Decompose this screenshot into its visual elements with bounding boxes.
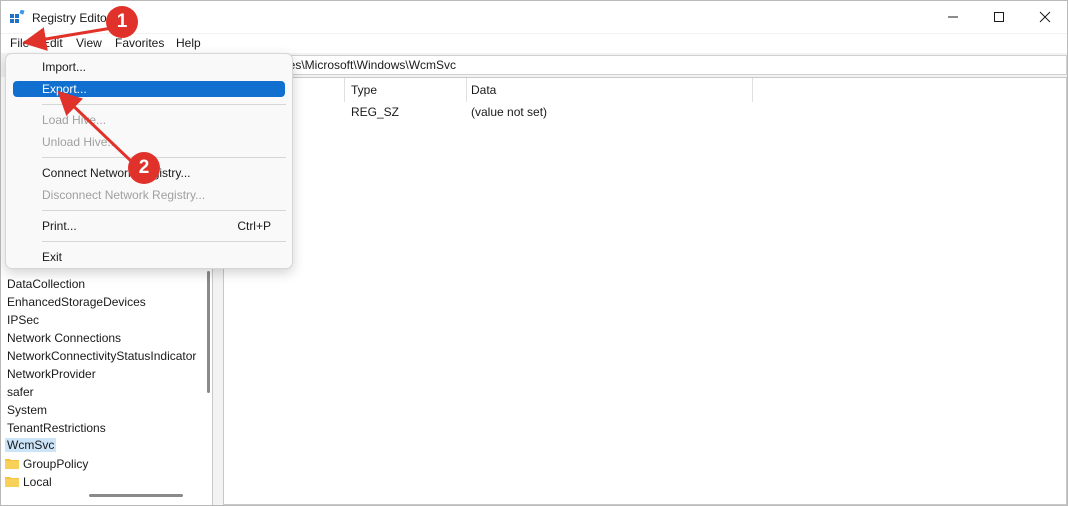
folder-icon xyxy=(5,459,19,469)
folder-icon xyxy=(5,477,19,487)
address-bar[interactable]: ies\Microsoft\Windows\WcmSvc xyxy=(223,55,1067,75)
tree-item[interactable]: DataCollection xyxy=(7,277,85,291)
maximize-button[interactable] xyxy=(976,1,1022,33)
menu-separator xyxy=(42,104,286,105)
annotation-badge-2: 2 xyxy=(128,152,160,184)
column-separator[interactable] xyxy=(752,78,753,102)
tree-item-folder[interactable]: Local xyxy=(23,475,52,489)
title-bar: Registry Editor xyxy=(1,1,1067,33)
menu-separator xyxy=(42,210,286,211)
menu-separator xyxy=(42,157,286,158)
vertical-scrollbar[interactable] xyxy=(207,271,210,393)
column-separator[interactable] xyxy=(466,78,467,102)
menu-item-label: Unload Hive... xyxy=(42,135,118,149)
tree-item[interactable]: IPSec xyxy=(7,313,39,327)
maximize-icon xyxy=(994,12,1004,22)
value-data-cell[interactable]: (value not set) xyxy=(471,105,547,119)
tree-item[interactable]: safer xyxy=(7,385,34,399)
menu-item-print[interactable]: Print... Ctrl+P xyxy=(13,218,285,234)
registry-editor-window: Registry Editor File Edit View Favorites… xyxy=(0,0,1068,506)
horizontal-scrollbar[interactable] xyxy=(89,494,183,497)
tree-item[interactable]: NetworkProvider xyxy=(7,367,96,381)
tree-item[interactable]: System xyxy=(7,403,47,417)
registry-editor-app-icon xyxy=(10,10,25,23)
menu-bar: File Edit View Favorites Help xyxy=(1,34,1067,53)
menu-item-label: Connect Network Registry... xyxy=(42,166,191,180)
menu-item-export[interactable]: Export... xyxy=(13,81,285,97)
menu-item-disconnect-network-registry: Disconnect Network Registry... xyxy=(13,187,285,203)
tree-item[interactable]: EnhancedStorageDevices xyxy=(7,295,146,309)
tree-item[interactable]: TenantRestrictions xyxy=(7,421,106,435)
address-path: ies\Microsoft\Windows\WcmSvc xyxy=(286,58,457,72)
tree-item-selected[interactable]: WcmSvc xyxy=(5,438,57,452)
menu-separator xyxy=(42,241,286,242)
column-header-type[interactable]: Type xyxy=(351,83,377,97)
menu-item-label: Exit xyxy=(42,250,63,264)
menu-item-unload-hive: Unload Hive... xyxy=(13,134,285,150)
menu-item-shortcut: Ctrl+P xyxy=(237,219,271,233)
column-separator[interactable] xyxy=(344,78,345,102)
annotation-badge-1: 1 xyxy=(106,6,138,38)
window-title: Registry Editor xyxy=(32,11,111,25)
menu-item-label: Load Hive... xyxy=(42,113,107,127)
menu-item-exit[interactable]: Exit xyxy=(13,249,285,265)
tree-item[interactable]: NetworkConnectivityStatusIndicator xyxy=(7,349,196,363)
minimize-button[interactable] xyxy=(930,1,976,33)
close-button[interactable] xyxy=(1022,1,1068,33)
menu-item-label: Import... xyxy=(42,60,87,74)
menu-file[interactable]: File xyxy=(10,36,29,50)
minimize-icon xyxy=(948,16,958,18)
menu-item-label: Export... xyxy=(42,82,87,96)
menu-view[interactable]: View xyxy=(76,36,102,50)
tree-item[interactable]: Network Connections xyxy=(7,331,121,345)
menu-item-import[interactable]: Import... xyxy=(13,59,285,75)
value-type-cell[interactable]: REG_SZ xyxy=(351,105,399,119)
menu-item-load-hive: Load Hive... xyxy=(13,112,285,128)
menu-item-label: Disconnect Network Registry... xyxy=(42,188,206,202)
values-list[interactable]: Type Data REG_SZ (value not set) xyxy=(223,77,1067,505)
tree-item-folder[interactable]: GroupPolicy xyxy=(23,457,88,471)
menu-item-label: Print... xyxy=(42,219,77,233)
menu-edit[interactable]: Edit xyxy=(42,36,63,50)
menu-help[interactable]: Help xyxy=(176,36,201,50)
close-icon xyxy=(1039,11,1051,23)
column-header-data[interactable]: Data xyxy=(471,83,496,97)
menu-favorites[interactable]: Favorites xyxy=(115,36,164,50)
